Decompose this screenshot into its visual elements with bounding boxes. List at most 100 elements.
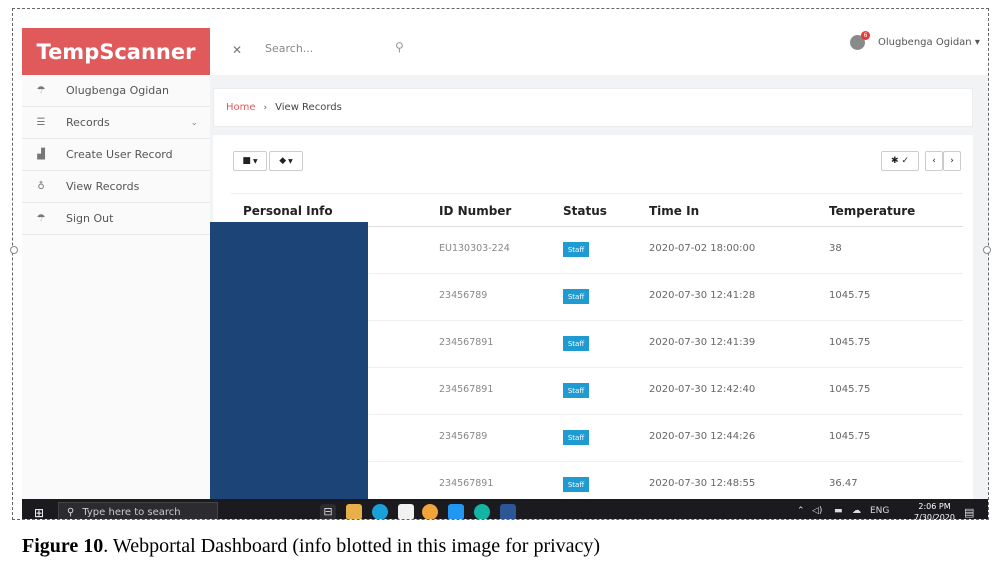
search-input[interactable]: Search... bbox=[265, 42, 313, 55]
id-number-cell: EU130303-224 bbox=[439, 243, 510, 254]
gear-icon: ✱ bbox=[890, 156, 899, 166]
id-number-cell: 23456789 bbox=[439, 290, 488, 301]
prev-page-button[interactable]: ‹ bbox=[925, 151, 943, 171]
fullscreen-icon[interactable]: ✕ bbox=[232, 43, 242, 57]
clock-date: 7/30/2020 bbox=[914, 513, 956, 520]
sidebar-item-label: Olugbenga Ogidan bbox=[66, 84, 170, 97]
pin-icon: ♁ bbox=[37, 181, 45, 192]
task-view-icon[interactable]: ⊟ bbox=[320, 504, 336, 519]
sidebar-item-sign-out[interactable]: ☂ Sign Out bbox=[22, 203, 210, 235]
status-badge: Staff bbox=[563, 336, 589, 351]
action-center-icon[interactable]: ▤ bbox=[964, 506, 974, 519]
dashboard-icon: ☂ bbox=[36, 213, 46, 224]
volume-icon[interactable]: ◁) bbox=[812, 506, 822, 516]
sidebar-item-create-user-record[interactable]: ▟ Create User Record bbox=[22, 139, 210, 171]
id-number-cell: 234567891 bbox=[439, 478, 494, 489]
temperature-cell: 1045.75 bbox=[829, 337, 871, 348]
breadcrumb-current: View Records bbox=[275, 102, 342, 113]
onedrive-cloud-icon[interactable]: ☁ bbox=[852, 506, 861, 516]
settings-menu-caret: ✓ bbox=[901, 156, 910, 166]
sidebar-item-label: Sign Out bbox=[66, 212, 114, 225]
column-header-status[interactable]: Status bbox=[563, 204, 607, 218]
clock-time: 2:06 PM bbox=[918, 502, 951, 511]
sidebar-item-label: View Records bbox=[66, 180, 140, 193]
chevron-left-icon: ‹ bbox=[932, 156, 936, 166]
brand-logo[interactable]: TempScanner bbox=[22, 28, 210, 75]
sidebar-item-label: Records bbox=[66, 116, 110, 129]
breadcrumb-separator: › bbox=[263, 102, 268, 113]
file-explorer-icon[interactable] bbox=[346, 504, 362, 519]
taskbar-clock[interactable]: 2:06 PM 7/30/2020 bbox=[914, 501, 956, 520]
status-badge: Staff bbox=[563, 383, 589, 398]
user-caret: ▾ bbox=[974, 37, 980, 48]
language-indicator[interactable]: ENG bbox=[870, 506, 889, 516]
time-in-cell: 2020-07-30 12:41:39 bbox=[649, 337, 756, 348]
chrome-icon[interactable] bbox=[422, 504, 438, 519]
notification-badge: 6 bbox=[861, 31, 870, 40]
sidebar-item-label: Create User Record bbox=[66, 148, 173, 161]
breadcrumb: Home › View Records bbox=[213, 88, 973, 127]
time-in-cell: 2020-07-30 12:41:28 bbox=[649, 290, 756, 301]
table-icon: ☰ bbox=[36, 117, 46, 128]
chart-icon: ▟ bbox=[37, 149, 45, 160]
folder-icon: ■ bbox=[242, 156, 251, 166]
folder-menu-button[interactable]: ■ ▼ bbox=[233, 151, 267, 171]
resize-handle-left[interactable] bbox=[10, 246, 18, 254]
taskbar-search-placeholder: Type here to search bbox=[82, 506, 181, 518]
id-number-cell: 234567891 bbox=[439, 384, 494, 395]
folder-menu-caret: ▼ bbox=[252, 157, 258, 165]
time-in-cell: 2020-07-02 18:00:00 bbox=[649, 243, 756, 254]
sidebar-item-records[interactable]: ☰ Records ⌄ bbox=[22, 107, 210, 139]
next-page-button[interactable]: › bbox=[943, 151, 961, 171]
arduino-icon[interactable] bbox=[474, 504, 490, 519]
status-badge: Staff bbox=[563, 289, 589, 304]
id-number-cell: 23456789 bbox=[439, 431, 488, 442]
search-icon[interactable]: ⚲ bbox=[395, 40, 404, 54]
edge-icon[interactable] bbox=[372, 504, 388, 519]
id-number-cell: 234567891 bbox=[439, 337, 494, 348]
tray-chevron-up-icon[interactable]: ⌃ bbox=[797, 506, 805, 516]
tag-menu-button[interactable]: ◆ ▼ bbox=[269, 151, 303, 171]
windows-start-icon[interactable]: ⊞ bbox=[34, 506, 44, 519]
time-in-cell: 2020-07-30 12:42:40 bbox=[649, 384, 756, 395]
tag-menu-caret: ▼ bbox=[288, 157, 293, 165]
dashboard-icon: ☂ bbox=[36, 85, 46, 96]
status-badge: Staff bbox=[563, 430, 589, 445]
chevron-right-icon: › bbox=[950, 156, 954, 166]
figure-frame: TempScanner ☂ Olugbenga Ogidan ☰ Records… bbox=[12, 8, 989, 520]
store-icon[interactable] bbox=[398, 504, 414, 519]
status-badge: Staff bbox=[563, 242, 589, 257]
column-header-temperature[interactable]: Temperature bbox=[829, 204, 915, 218]
temperature-cell: 38 bbox=[829, 243, 842, 254]
taskbar-search-box[interactable]: ⚲ Type here to search bbox=[58, 502, 218, 519]
figure-caption: Figure 10. Webportal Dashboard (info blo… bbox=[22, 535, 600, 558]
settings-menu-button[interactable]: ✱ ✓ bbox=[881, 151, 919, 171]
figure-label: Figure 10 bbox=[22, 535, 104, 557]
status-badge: Staff bbox=[563, 477, 589, 492]
word-icon[interactable] bbox=[500, 504, 516, 519]
user-menu[interactable]: Olugbenga Ogidan ▾ bbox=[878, 37, 980, 48]
temperature-cell: 36.47 bbox=[829, 478, 858, 489]
sidebar-item-profile[interactable]: ☂ Olugbenga Ogidan bbox=[22, 75, 210, 107]
top-bar: ✕ Search... ⚲ 6 Olugbenga Ogidan ▾ bbox=[210, 28, 988, 76]
tag-icon: ◆ bbox=[279, 156, 287, 166]
breadcrumb-home-link[interactable]: Home bbox=[226, 102, 256, 113]
column-header-time-in[interactable]: Time In bbox=[649, 204, 699, 218]
chevron-down-icon: ⌄ bbox=[190, 117, 198, 128]
column-header-personal-info[interactable]: Personal Info bbox=[243, 204, 333, 218]
time-in-cell: 2020-07-30 12:48:55 bbox=[649, 478, 756, 489]
sidebar-item-view-records[interactable]: ♁ View Records bbox=[22, 171, 210, 203]
sidebar: ☂ Olugbenga Ogidan ☰ Records ⌄ ▟ Create … bbox=[22, 75, 211, 505]
resize-handle-right[interactable] bbox=[983, 246, 991, 254]
windows-taskbar: ⊞ ⚲ Type here to search ⊟ ⌃ ◁) ▬ ☁ ENG 2… bbox=[22, 499, 988, 520]
figure-caption-text: . Webportal Dashboard (info blotted in t… bbox=[103, 535, 601, 557]
temperature-cell: 1045.75 bbox=[829, 431, 871, 442]
browser-top-strip bbox=[13, 9, 988, 19]
brand-name: TempScanner bbox=[36, 39, 196, 64]
column-header-id-number[interactable]: ID Number bbox=[439, 204, 511, 218]
battery-icon[interactable]: ▬ bbox=[834, 506, 843, 516]
search-icon: ⚲ bbox=[67, 506, 75, 518]
temperature-cell: 1045.75 bbox=[829, 290, 871, 301]
privacy-redaction-block bbox=[210, 222, 368, 505]
mail-icon[interactable] bbox=[448, 504, 464, 519]
